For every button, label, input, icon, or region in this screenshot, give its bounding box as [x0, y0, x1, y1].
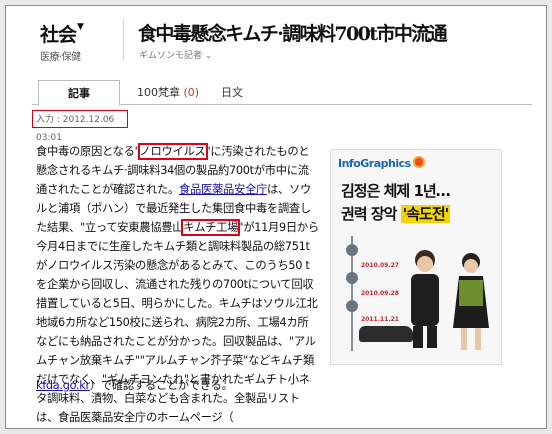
article-page: 社会▼ 医療·保健 食中毒懸念キムチ·調味料700t市中流通 ギムソンモ記者 ⌄… — [5, 5, 547, 429]
timeline-marker — [346, 244, 358, 256]
timeline-date: 2010.09.27 — [361, 262, 399, 269]
infographic-thumbnail[interactable]: InfoGraphics 김정은 체제 1년… 권력 장악 '속도전' 2010… — [330, 149, 502, 365]
leader-figures-illustration — [411, 250, 489, 350]
kfda-homepage-link[interactable]: kfda.go.kr — [36, 379, 90, 392]
article-body-tail: kfda.go.kr）で確認することができる。 — [36, 376, 526, 395]
infographic-headline-2: 권력 장악 '속도전' — [341, 205, 451, 223]
chevron-down-icon[interactable]: ▼ — [77, 22, 84, 32]
tab-comments[interactable]: 100梵章 (0) — [128, 80, 208, 104]
highlight-kimchi-factory: キムチ工場 — [181, 219, 241, 236]
subsection-label[interactable]: 医療·保健 — [40, 48, 81, 63]
tab-japanese[interactable]: 日文 — [212, 80, 252, 104]
car-illustration — [359, 326, 413, 342]
header-divider — [123, 18, 124, 60]
article-tabs: 記事 100梵章 (0) 日文 — [32, 80, 532, 106]
logo-mark-icon — [412, 156, 425, 168]
section-title[interactable]: 社会▼ — [40, 20, 84, 47]
paragraph-end: kfda.go.kr）で確認することができる。 — [36, 376, 526, 395]
tab-article[interactable]: 記事 — [38, 80, 120, 106]
highlight-norovirus: ノロウイルス — [137, 143, 208, 160]
chevron-down-icon: ⌄ — [204, 51, 213, 61]
timeline-date: 2011.11.21 — [361, 316, 399, 323]
timeline-date: 2010.09.28 — [361, 290, 399, 297]
timeline-marker — [346, 300, 358, 312]
article-title: 食中毒懸念キムチ·調味料700t市中流通 — [138, 23, 448, 45]
paragraph-end-text: ）で確認することができる。 — [89, 379, 233, 392]
kfda-link[interactable]: 食品医薬品安全庁 — [179, 183, 267, 196]
input-date: 入力 : 2012.12.06 03:01 — [32, 110, 128, 143]
timeline-marker — [346, 272, 358, 284]
infographic-headline: 김정은 체제 1년… — [341, 182, 451, 200]
reporter-name[interactable]: ギムソンモ記者 ⌄ — [139, 48, 212, 61]
infographic-logo: InfoGraphics — [338, 156, 425, 170]
